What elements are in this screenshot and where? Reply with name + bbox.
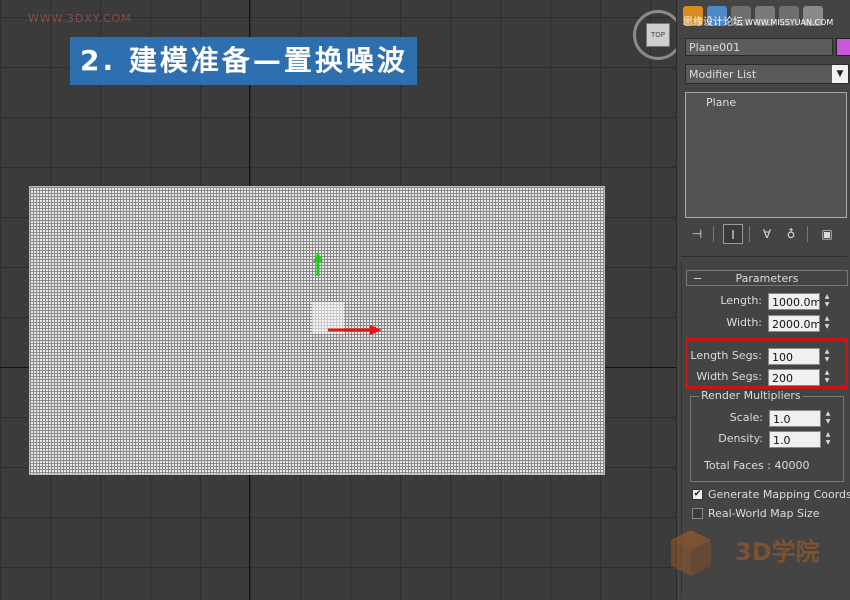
- watermark-top-left: WWW.3DXY.COM: [28, 12, 132, 25]
- length-row: Length: 1000.0mm ▲▼: [682, 292, 850, 312]
- real-world-label: Real-World Map Size: [708, 507, 820, 520]
- total-faces-readout: Total Faces : 40000: [704, 459, 810, 472]
- show-end-result-icon[interactable]: Ⅰ: [723, 224, 743, 244]
- stack-toolbar: ⊣ Ⅰ ∀ ♁ ▣: [685, 224, 847, 246]
- parameters-title: Parameters: [735, 272, 799, 285]
- density-row: Density: 1.0 ▲ ▼: [683, 430, 850, 450]
- length-segs-spinner[interactable]: ▲ ▼: [822, 348, 832, 365]
- watermark-top-right: 思缘设计论坛 WWW.MISSYUAN.COM: [683, 17, 834, 28]
- width-spinner[interactable]: ▲ ▼: [822, 315, 832, 332]
- pin-stack-icon[interactable]: ⊣: [687, 224, 707, 244]
- tutorial-title-banner: 2. 建模准备—置换噪波: [70, 37, 417, 85]
- watermark-logo: 3D学院: [671, 530, 820, 576]
- width-segs-label: Width Segs:: [696, 370, 762, 383]
- real-world-checkbox[interactable]: [692, 508, 703, 519]
- modifier-stack[interactable]: Plane: [685, 92, 847, 218]
- chevron-down-icon[interactable]: ▼: [832, 65, 848, 83]
- render-multipliers-label: Render Multipliers: [699, 389, 803, 402]
- command-panel-tabs: 思缘设计论坛 WWW.MISSYUAN.COM: [683, 4, 847, 30]
- transform-gizmo[interactable]: [312, 250, 402, 340]
- toolbar-divider: [807, 226, 808, 242]
- panel-divider: [681, 256, 847, 257]
- width-field[interactable]: 2000.0mm: [768, 315, 820, 332]
- length-spinner[interactable]: ▲ ▼: [822, 293, 832, 310]
- parameters-rollout-header[interactable]: − Parameters: [686, 270, 848, 286]
- width-segs-spinner[interactable]: ▲ ▼: [822, 369, 832, 386]
- gizmo-x-arrow: [370, 325, 382, 335]
- width-row: Width: 2000.0mm ▲▼: [682, 314, 850, 334]
- logo-text: 3D学院: [735, 538, 820, 566]
- density-field[interactable]: 1.0: [769, 431, 821, 448]
- scale-label: Scale:: [729, 411, 763, 424]
- length-segs-row: Length Segs: 100 ▲ ▼: [682, 347, 850, 367]
- generate-mapping-checkbox[interactable]: ✔: [692, 489, 703, 500]
- length-segs-field[interactable]: 100: [768, 348, 820, 365]
- generate-mapping-row[interactable]: ✔ Generate Mapping Coords.: [692, 487, 850, 503]
- density-label: Density:: [718, 432, 763, 445]
- command-panel: 思缘设计论坛 WWW.MISSYUAN.COM Plane001 Modifier…: [676, 0, 850, 600]
- scale-row: Scale: 1.0 ▲ ▼: [683, 409, 850, 429]
- remove-modifier-icon[interactable]: ♁: [781, 224, 801, 244]
- length-segs-label: Length Segs:: [690, 349, 762, 362]
- modifier-list-dropdown[interactable]: Modifier List ▼: [685, 64, 849, 84]
- scale-field[interactable]: 1.0: [769, 410, 821, 427]
- toolbar-divider: [713, 226, 714, 242]
- viewcube-top-face[interactable]: TOP: [646, 23, 670, 47]
- width-segs-field[interactable]: 200: [768, 369, 820, 386]
- width-segs-row: Width Segs: 200 ▲ ▼: [682, 368, 850, 388]
- viewcube[interactable]: TOP: [633, 10, 676, 64]
- object-name-field[interactable]: Plane001: [685, 38, 833, 56]
- toolbar-divider: [749, 226, 750, 242]
- collapse-icon: −: [693, 272, 703, 285]
- width-label: Width:: [726, 316, 762, 329]
- generate-mapping-label: Generate Mapping Coords.: [708, 488, 850, 501]
- make-unique-icon[interactable]: ∀: [757, 224, 777, 244]
- modifier-list-label: Modifier List: [689, 68, 757, 81]
- length-field[interactable]: 1000.0mm: [768, 293, 820, 310]
- render-multipliers-group: Render Multipliers Scale: 1.0 ▲ ▼ Density…: [690, 389, 844, 482]
- perspective-viewport[interactable]: WWW.3DXY.COM 2. 建模准备—置换噪波 TOP: [0, 0, 676, 600]
- scale-spinner[interactable]: ▲ ▼: [823, 410, 833, 427]
- gizmo-y-arrow: [313, 252, 323, 262]
- configure-modifier-sets-icon[interactable]: ▣: [817, 224, 837, 244]
- object-color-swatch[interactable]: [836, 38, 850, 56]
- stack-item-plane[interactable]: Plane: [706, 96, 736, 109]
- length-label: Length:: [720, 294, 762, 307]
- density-spinner[interactable]: ▲ ▼: [823, 431, 833, 448]
